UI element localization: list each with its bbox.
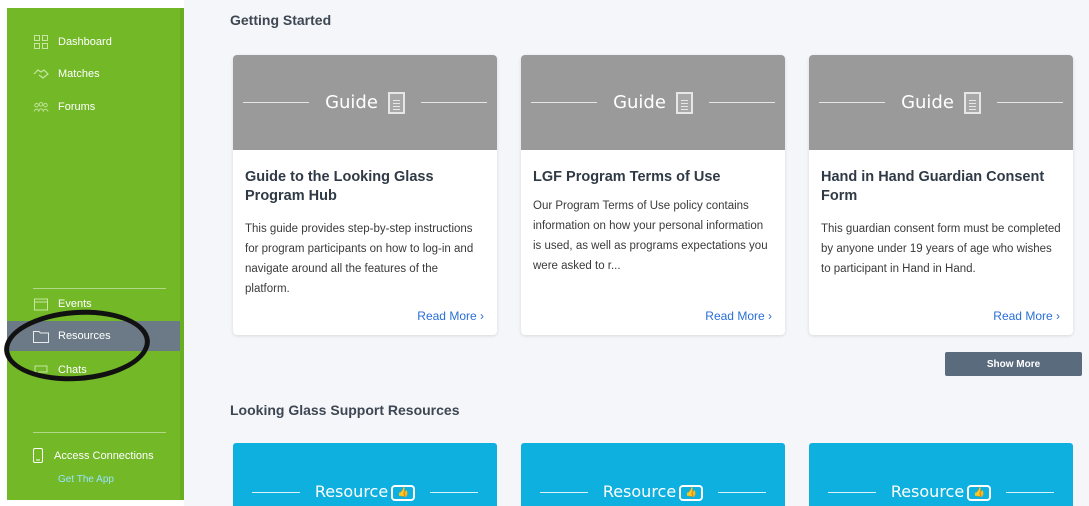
- divider-line: [430, 492, 478, 493]
- support-resources-title: Looking Glass Support Resources: [230, 402, 460, 418]
- divider-line: [709, 102, 775, 103]
- people-icon: [33, 100, 49, 114]
- sidebar: Dashboard Matches Forums Events Resource…: [7, 8, 184, 500]
- sidebar-item-matches[interactable]: Matches: [7, 59, 180, 89]
- getting-started-title: Getting Started: [230, 12, 332, 28]
- resource-card-label: Resource: [890, 482, 965, 501]
- card-title[interactable]: Hand in Hand Guardian Consent Form: [821, 168, 1061, 206]
- grid-icon: [33, 35, 49, 49]
- resource-card-label: Resource: [314, 482, 389, 501]
- card-header: Guide: [233, 55, 497, 150]
- get-the-app-link[interactable]: Get The App: [58, 474, 114, 485]
- access-connections-link[interactable]: Access Connections: [33, 448, 154, 463]
- card-description: This guardian consent form must be compl…: [821, 223, 1061, 275]
- divider-line: [997, 102, 1063, 103]
- divider-line: [421, 102, 487, 103]
- card-header-label: Guide: [901, 92, 954, 113]
- card-description: Our Program Terms of Use policy contains…: [533, 200, 768, 272]
- show-more-button[interactable]: Show More: [945, 352, 1082, 376]
- divider-line: [1006, 492, 1054, 493]
- divider-line: [531, 102, 597, 103]
- card-header: Guide: [809, 55, 1073, 150]
- thumbs-up-icon: 👍: [967, 484, 992, 501]
- sidebar-item-label: Forums: [58, 101, 96, 113]
- handshake-icon: [33, 67, 49, 81]
- calendar-icon: [33, 297, 49, 311]
- phone-icon: [33, 448, 43, 463]
- read-more-link[interactable]: Read More ›: [417, 309, 484, 323]
- sidebar-item-label: Dashboard: [58, 36, 112, 48]
- thumbs-up-icon: 👍: [391, 484, 416, 501]
- card-header-label: Guide: [613, 92, 666, 113]
- document-icon: [387, 91, 405, 114]
- resource-card-label: Resource: [602, 482, 677, 501]
- sidebar-item-label: Events: [58, 298, 92, 310]
- card-header: Guide: [521, 55, 785, 150]
- resource-card[interactable]: Resource 👍: [809, 443, 1073, 506]
- guide-card[interactable]: Guide LGF Program Terms of Use Our Progr…: [521, 55, 785, 335]
- guide-card[interactable]: Guide Hand in Hand Guardian Consent Form…: [809, 55, 1073, 335]
- sidebar-divider: [33, 432, 166, 433]
- document-icon: [675, 91, 693, 114]
- read-more-link[interactable]: Read More ›: [993, 309, 1060, 323]
- resource-card[interactable]: Resource 👍: [521, 443, 785, 506]
- card-title[interactable]: Guide to the Looking Glass Program Hub: [245, 168, 485, 206]
- divider-line: [819, 102, 885, 103]
- thumbs-up-icon: 👍: [679, 484, 704, 501]
- card-description: This guide provides step-by-step instruc…: [245, 223, 474, 295]
- guide-card[interactable]: Guide Guide to the Looking Glass Program…: [233, 55, 497, 335]
- divider-line: [243, 102, 309, 103]
- document-icon: [963, 91, 981, 114]
- resource-card[interactable]: Resource 👍: [233, 443, 497, 506]
- divider-line: [718, 492, 766, 493]
- sidebar-item-dashboard[interactable]: Dashboard: [7, 27, 180, 57]
- access-connections-label: Access Connections: [54, 449, 154, 462]
- main-content: Getting Started Guide Guide to the Looki…: [184, 0, 1089, 506]
- sidebar-item-forums[interactable]: Forums: [7, 92, 180, 122]
- card-title[interactable]: LGF Program Terms of Use: [533, 168, 773, 187]
- sidebar-item-label: Matches: [58, 68, 100, 80]
- read-more-link[interactable]: Read More ›: [705, 309, 772, 323]
- card-header-label: Guide: [325, 92, 378, 113]
